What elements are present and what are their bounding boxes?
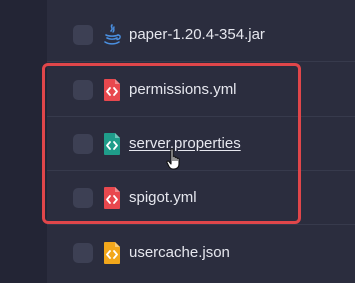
select-checkbox[interactable] [73,133,93,154]
file-list: paper-1.20.4-354.jar permissions.yml ser… [47,0,355,283]
file-name[interactable]: spigot.yml [129,188,197,208]
file-row-usercache[interactable]: usercache.json [47,226,355,280]
code-file-icon [103,186,121,210]
file-row-server-properties[interactable]: server.properties [47,117,355,171]
code-file-icon [103,241,121,265]
file-name[interactable]: paper-1.20.4-354.jar [129,25,265,45]
file-name[interactable]: permissions.yml [129,80,237,100]
file-row-permissions[interactable]: permissions.yml [47,63,355,117]
left-sidebar-strip [0,0,47,283]
select-checkbox[interactable] [73,187,93,208]
select-checkbox[interactable] [73,79,93,100]
java-icon [103,23,121,47]
code-file-icon [103,132,121,156]
select-checkbox[interactable] [73,243,93,263]
file-name-link[interactable]: server.properties [129,134,241,154]
file-row-spigot[interactable]: spigot.yml [47,171,355,225]
file-name[interactable]: usercache.json [129,243,230,263]
code-file-icon [103,78,121,102]
select-checkbox[interactable] [73,24,93,45]
file-row-paper-jar[interactable]: paper-1.20.4-354.jar [47,8,355,62]
